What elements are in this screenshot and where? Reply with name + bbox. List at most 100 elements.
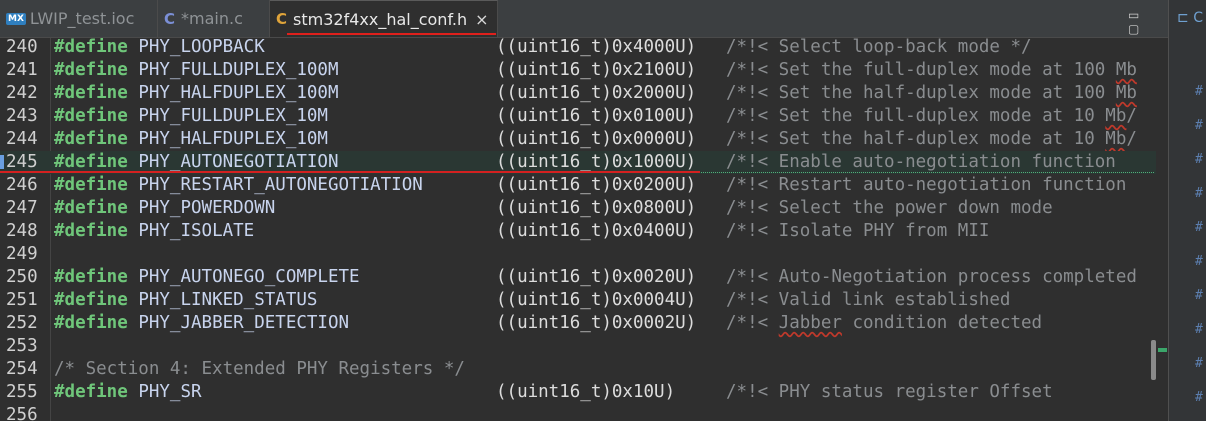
code-text: #define PHY_HALFDUPLEX_100M bbox=[54, 82, 339, 105]
code-line[interactable]: 253 bbox=[0, 335, 1156, 358]
outline-header[interactable]: ⊏ C bbox=[1177, 10, 1203, 26]
code-text: #define PHY_JABBER_DETECTION bbox=[54, 312, 349, 335]
line-number: 256 bbox=[6, 405, 38, 421]
outline-define-icon[interactable]: # bbox=[1195, 84, 1203, 99]
outline-define-icon[interactable]: # bbox=[1195, 288, 1203, 303]
macro-value: ((uint16_t)0x2000U) bbox=[496, 83, 697, 103]
code-text: #define PHY_FULLDUPLEX_100M bbox=[54, 59, 339, 82]
tab-label: LWIP_test.ioc bbox=[29, 9, 135, 28]
info-marker-icon[interactable] bbox=[0, 155, 4, 169]
line-number: 251 bbox=[6, 290, 38, 310]
spelling-warning-text[interactable]: Mb bbox=[1116, 60, 1137, 80]
code-text: #define PHY_AUTONEGO_COMPLETE bbox=[54, 266, 360, 289]
macro-name: PHY_SR bbox=[138, 382, 202, 402]
code-text: #define PHY_ISOLATE bbox=[54, 220, 254, 243]
inline-comment: /*!< Select loop-back mode */ bbox=[726, 38, 1032, 59]
outline-define-icon[interactable]: # bbox=[1195, 322, 1203, 337]
comment-text: /*!< Auto-Negotiation process completed bbox=[726, 267, 1137, 287]
code-line[interactable]: 256 bbox=[0, 404, 1156, 421]
tab-annotation-underline bbox=[287, 33, 496, 35]
outline-define-icon[interactable]: # bbox=[1195, 152, 1203, 167]
macro-value: ((uint16_t)0x4000U) bbox=[496, 38, 697, 57]
define-keyword: #define bbox=[54, 38, 128, 57]
outline-define-icon[interactable]: # bbox=[1195, 356, 1203, 371]
inline-comment: /*!< Valid link established bbox=[726, 289, 1010, 312]
inline-comment: /*!< Set the full-duplex mode at 10 Mb/ bbox=[726, 105, 1137, 128]
outline-icon: ⊏ bbox=[1177, 10, 1189, 26]
minimize-maximize-buttons[interactable]: ▭ ▢ bbox=[1128, 8, 1168, 36]
macro-value: ((uint16_t)0x0800U) bbox=[496, 198, 697, 218]
code-line[interactable]: 255 #define PHY_SR ((uint16_t)0x10U) /*!< P… bbox=[0, 381, 1156, 404]
line-number: 248 bbox=[6, 221, 38, 241]
c-source-file-icon: C bbox=[164, 9, 176, 28]
code-line[interactable]: 240 #define PHY_LOOPBACK ((uint16_t)0x4000… bbox=[0, 38, 1156, 59]
code-line[interactable]: 248 #define PHY_ISOLATE ((uint16_t)0x0400U… bbox=[0, 220, 1156, 243]
outline-define-icon[interactable]: # bbox=[1195, 254, 1203, 269]
inline-comment: /*!< Auto-Negotiation process completed bbox=[726, 266, 1137, 289]
code-text: /* Section 4: Extended PHY Registers */ bbox=[54, 358, 465, 381]
code-text: #define PHY_RESTART_AUTONEGOTIATION bbox=[54, 174, 423, 197]
code-line[interactable]: 254 /* Section 4: Extended PHY Registers … bbox=[0, 358, 1156, 381]
code-line[interactable]: 250 #define PHY_AUTONEGO_COMPLETE ((uint16… bbox=[0, 266, 1156, 289]
code-line[interactable]: 243 #define PHY_FULLDUPLEX_10M ((uint16_t)… bbox=[0, 105, 1156, 128]
outline-define-icon[interactable]: # bbox=[1195, 390, 1203, 405]
spelling-warning-text[interactable]: Mb bbox=[1105, 129, 1126, 149]
inline-comment: /*!< Set the full-duplex mode at 100 Mb bbox=[726, 59, 1137, 82]
code-line[interactable]: 247 #define PHY_POWERDOWN ((uint16_t)0x080… bbox=[0, 197, 1156, 220]
inline-comment: /*!< Select the power down mode bbox=[726, 197, 1053, 220]
comment-text: /*!< Set the half-duplex mode at 10 bbox=[726, 129, 1106, 149]
code-line[interactable]: 244 #define PHY_HALFDUPLEX_10M ((uint16_t)… bbox=[0, 128, 1156, 151]
define-keyword: #define bbox=[54, 382, 128, 402]
macro-value: ((uint16_t)0x10U) bbox=[496, 382, 676, 402]
code-line[interactable]: 241 #define PHY_FULLDUPLEX_100M ((uint16_t… bbox=[0, 59, 1156, 82]
comment-tail: / bbox=[1126, 106, 1137, 126]
overview-ruler-mark[interactable] bbox=[1158, 348, 1167, 352]
comment-text: /*!< Enable auto-negotiation function bbox=[726, 152, 1116, 172]
inline-comment: /*!< Set the half-duplex mode at 100 Mb bbox=[726, 82, 1137, 105]
macro-name: PHY_POWERDOWN bbox=[138, 198, 276, 218]
comment-text: /*!< Select loop-back mode */ bbox=[726, 38, 1032, 57]
vertical-scrollbar-thumb[interactable] bbox=[1151, 340, 1156, 380]
outline-define-icon[interactable]: # bbox=[1195, 220, 1203, 235]
spelling-warning-text[interactable]: Jabber bbox=[779, 313, 842, 333]
define-keyword: #define bbox=[54, 290, 128, 310]
inline-comment: /*!< Restart auto-negotiation function bbox=[726, 174, 1126, 197]
macro-value: ((uint16_t)0x0002U) bbox=[496, 313, 697, 333]
define-keyword: #define bbox=[54, 221, 128, 241]
tab-lwip-test-ioc[interactable]: MX LWIP_test.ioc bbox=[0, 0, 158, 37]
outline-define-icon[interactable]: # bbox=[1195, 118, 1203, 133]
line-number: 249 bbox=[6, 244, 38, 264]
line-number: 242 bbox=[6, 83, 38, 103]
define-keyword: #define bbox=[54, 106, 128, 126]
macro-name: PHY_HALFDUPLEX_10M bbox=[138, 129, 328, 149]
comment-text: /*!< Select the power down mode bbox=[726, 198, 1053, 218]
code-line[interactable]: 242 #define PHY_HALFDUPLEX_100M ((uint16_t… bbox=[0, 82, 1156, 105]
inline-comment: /*!< PHY status register Offset bbox=[726, 381, 1053, 404]
code-text: #define PHY_LOOPBACK bbox=[54, 38, 265, 59]
inline-comment: /*!< Isolate PHY from MII bbox=[726, 220, 989, 243]
macro-name: PHY_AUTONEGO_COMPLETE bbox=[138, 267, 360, 287]
line-number: 243 bbox=[6, 106, 38, 126]
macro-name: PHY_LOOPBACK bbox=[138, 38, 265, 57]
line-number: 247 bbox=[6, 198, 38, 218]
define-keyword: #define bbox=[54, 313, 128, 333]
code-line[interactable]: 246 #define PHY_RESTART_AUTONEGOTIATION ((… bbox=[0, 174, 1156, 197]
code-line[interactable]: 249 bbox=[0, 243, 1156, 266]
spelling-warning-text[interactable]: Mb bbox=[1116, 83, 1137, 103]
close-tab-icon[interactable]: × bbox=[475, 10, 488, 29]
tab-stm32f4xx-hal-conf-h[interactable]: C stm32f4xx_hal_conf.h × bbox=[270, 0, 498, 37]
inline-comment: /*!< Enable auto-negotiation function bbox=[726, 151, 1116, 174]
code-line[interactable]: 252 #define PHY_JABBER_DETECTION ((uint16_… bbox=[0, 312, 1156, 335]
outline-define-icon[interactable]: # bbox=[1195, 186, 1203, 201]
macro-value: ((uint16_t)0x0000U) bbox=[496, 129, 697, 149]
macro-value: ((uint16_t)0x0200U) bbox=[496, 175, 697, 195]
code-editor[interactable]: 240 #define PHY_LOOPBACK ((uint16_t)0x4000… bbox=[0, 38, 1168, 421]
inline-comment: /*!< Set the half-duplex mode at 10 Mb/ bbox=[726, 128, 1137, 151]
code-line[interactable]: 251 #define PHY_LINKED_STATUS ((uint16_t)0… bbox=[0, 289, 1156, 312]
comment-text: /*!< Isolate PHY from MII bbox=[726, 221, 990, 241]
line-number: 250 bbox=[6, 267, 38, 287]
spelling-warning-text[interactable]: Mb bbox=[1105, 106, 1126, 126]
c-header-file-icon: C bbox=[276, 10, 288, 28]
line-number: 254 bbox=[6, 359, 38, 379]
tab-main-c[interactable]: C *main.c bbox=[158, 0, 270, 37]
